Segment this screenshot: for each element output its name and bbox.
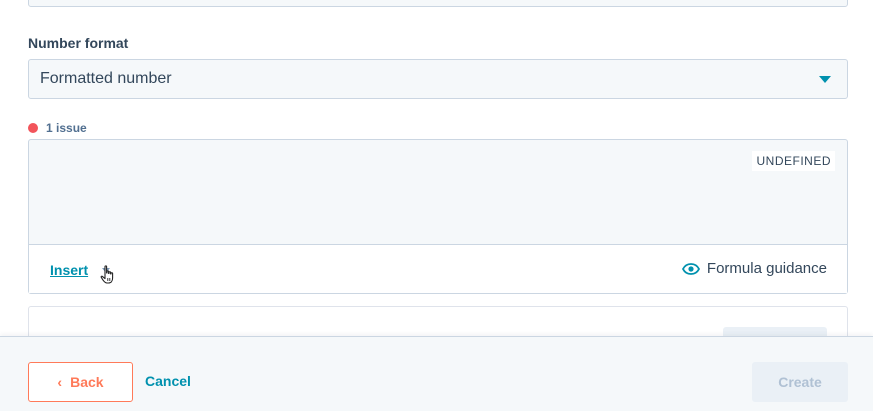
formula-guidance-button[interactable]: Formula guidance (681, 260, 827, 277)
chevron-down-icon (819, 76, 831, 83)
cancel-button[interactable]: Cancel (145, 373, 191, 389)
create-label: Create (778, 374, 822, 390)
eye-icon (681, 262, 700, 275)
issues-indicator: 1 issue (28, 121, 87, 135)
number-format-label: Number format (28, 35, 129, 51)
create-button[interactable]: Create (752, 362, 848, 402)
formula-editor: UNDEFINED Insert Formula guidance (28, 139, 848, 294)
insert-button[interactable]: Insert (50, 262, 88, 278)
footer-bar: ‹ Back Cancel Create (0, 336, 873, 411)
number-format-value: Formatted number (40, 70, 172, 87)
number-format-select[interactable]: Formatted number (28, 59, 848, 99)
formula-editor-footer: Insert Formula guidance (29, 244, 847, 293)
formula-input[interactable]: UNDEFINED (29, 140, 847, 245)
error-dot-icon (28, 123, 38, 133)
back-button[interactable]: ‹ Back (28, 362, 133, 402)
hand-pointer-icon (100, 265, 114, 284)
chevron-left-icon: ‹ (57, 374, 63, 390)
formula-guidance-label: Formula guidance (706, 260, 827, 277)
previous-field[interactable] (28, 0, 848, 7)
back-label: Back (70, 374, 104, 390)
issues-count: 1 issue (46, 121, 87, 135)
formula-type-badge: UNDEFINED (752, 151, 835, 171)
